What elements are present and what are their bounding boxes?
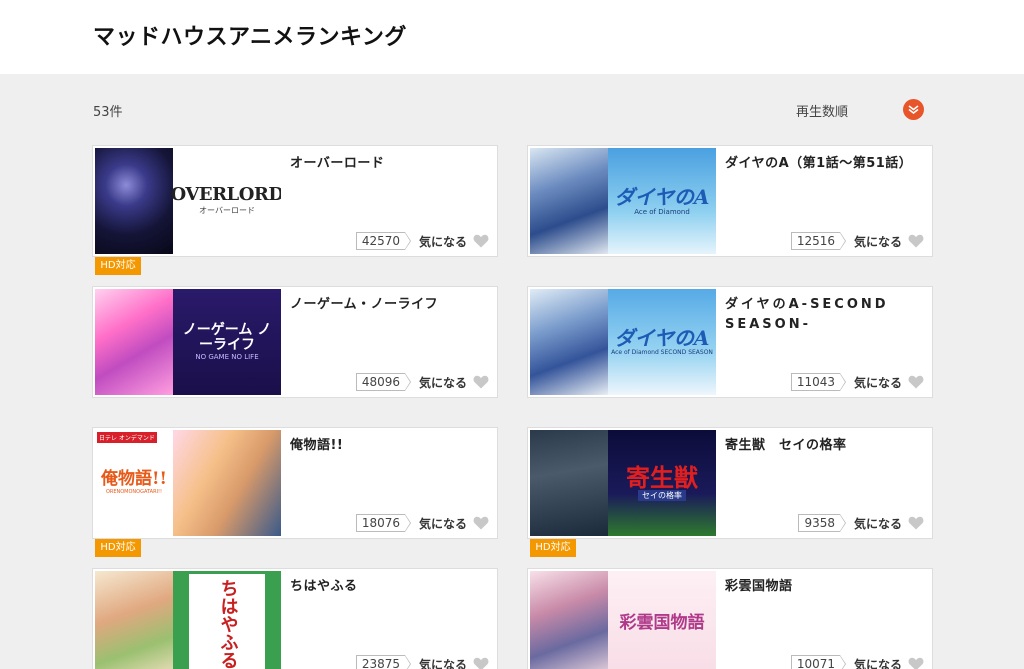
logo-text: ダイヤのA (614, 326, 710, 350)
logo-text: 俺物語!! (101, 469, 167, 490)
heart-icon[interactable] (473, 516, 489, 530)
thumbnail[interactable]: ちはやふる (95, 571, 281, 669)
play-count: 42570 (355, 232, 412, 250)
heart-icon[interactable] (908, 657, 924, 669)
card-title[interactable]: ダイヤのA-SECOND SEASON- (725, 295, 915, 335)
logo-subtext: ORENOMONOGATARI!! (105, 488, 163, 495)
anime-card-diamond-no-ace-second-season[interactable]: ダイヤのA Ace of Diamond SECOND SEASON ダイヤのA… (527, 286, 933, 398)
play-count: 9358 (798, 514, 846, 532)
anime-card-saiunkoku-monogatari[interactable]: 彩雲国物語 彩雲国物語 10071 気になる (527, 568, 933, 669)
brand-label: 日テレ オンデマンド (97, 432, 157, 443)
favorite-label[interactable]: 気になる (854, 374, 902, 391)
thumbnail[interactable]: 寄生獣 セイの格率 (530, 430, 716, 536)
hd-badge: HD対応 (530, 539, 576, 557)
logo-text: ちはやふる (217, 579, 239, 669)
card-title[interactable]: 彩雲国物語 (725, 577, 925, 597)
hd-badge: HD対応 (95, 539, 141, 557)
sort-label: 再生数順 (796, 105, 849, 120)
logo-text: 寄生獣 (626, 462, 698, 492)
heart-icon[interactable] (473, 657, 489, 669)
logo-text: ダイヤのA (614, 184, 710, 209)
anime-card-no-game-no-life[interactable]: ノーゲーム ノーライフ NO GAME NO LIFE ノーゲーム・ノーライフ … (92, 286, 498, 398)
result-count: 53件 (93, 105, 123, 120)
favorite-label[interactable]: 気になる (419, 515, 467, 532)
heart-icon[interactable] (908, 375, 924, 389)
anime-card-chihayafuru[interactable]: ちはやふる ちはやふる 23875 気になる (92, 568, 498, 669)
card-title[interactable]: オーバーロード (290, 154, 490, 174)
card-title[interactable]: 俺物語!! (290, 436, 490, 456)
play-count: 48096 (355, 373, 412, 391)
logo-subtext: セイの格率 (638, 490, 686, 502)
play-count: 23875 (355, 655, 412, 669)
card-title[interactable]: ダイヤのA（第1話〜第51話） (725, 154, 925, 174)
anime-card-diamond-no-ace[interactable]: ダイヤのA Ace of Diamond ダイヤのA（第1話〜第51話） 125… (527, 145, 933, 257)
thumbnail[interactable]: 日テレ オンデマンド 俺物語!! ORENOMONOGATARI!! (95, 430, 281, 536)
heart-icon[interactable] (473, 234, 489, 248)
favorite-label[interactable]: 気になる (854, 515, 902, 532)
thumbnail[interactable]: ダイヤのA Ace of Diamond SECOND SEASON (530, 289, 716, 395)
thumbnail[interactable]: 彩雲国物語 (530, 571, 716, 669)
thumbnail[interactable]: ダイヤのA Ace of Diamond (530, 148, 716, 254)
logo-subtext: Ace of Diamond (634, 207, 690, 216)
play-count: 10071 (790, 655, 847, 669)
logo-subtext: オーバーロード (199, 205, 255, 215)
anime-card-overlord[interactable]: OVERLORD オーバーロード オーバーロード 42570 気になる (92, 145, 498, 257)
logo-subtext: NO GAME NO LIFE (195, 352, 259, 361)
card-title[interactable]: 寄生獣 セイの格率 (725, 436, 925, 456)
heart-icon[interactable] (908, 516, 924, 530)
chevron-down-icon[interactable] (903, 99, 924, 120)
heart-icon[interactable] (908, 234, 924, 248)
logo-text: OVERLORD (170, 184, 281, 206)
logo-subtext: Ace of Diamond SECOND SEASON (611, 349, 713, 356)
favorite-label[interactable]: 気になる (854, 656, 902, 669)
logo-text: ノーゲーム ノーライフ (182, 322, 272, 353)
thumbnail[interactable]: OVERLORD オーバーロード (95, 148, 281, 254)
page-title: マッドハウスアニメランキング (93, 25, 407, 50)
play-count: 11043 (790, 373, 847, 391)
logo-text: 彩雲国物語 (619, 613, 705, 634)
play-count: 12516 (790, 232, 847, 250)
favorite-label[interactable]: 気になる (419, 233, 467, 250)
card-title[interactable]: ノーゲーム・ノーライフ (290, 295, 490, 315)
page-header: マッドハウスアニメランキング (0, 0, 1024, 74)
card-title[interactable]: ちはやふる (290, 577, 490, 597)
play-count: 18076 (355, 514, 412, 532)
anime-card-ore-monogatari[interactable]: 日テレ オンデマンド 俺物語!! ORENOMONOGATARI!! 俺物語!!… (92, 427, 498, 539)
favorite-label[interactable]: 気になる (419, 374, 467, 391)
favorite-label[interactable]: 気になる (419, 656, 467, 669)
thumbnail[interactable]: ノーゲーム ノーライフ NO GAME NO LIFE (95, 289, 281, 395)
sort-dropdown[interactable]: 再生数順 (796, 99, 926, 121)
heart-icon[interactable] (473, 375, 489, 389)
hd-badge: HD対応 (95, 257, 141, 275)
favorite-label[interactable]: 気になる (854, 233, 902, 250)
anime-card-kiseijuu[interactable]: 寄生獣 セイの格率 寄生獣 セイの格率 9358 気になる (527, 427, 933, 539)
